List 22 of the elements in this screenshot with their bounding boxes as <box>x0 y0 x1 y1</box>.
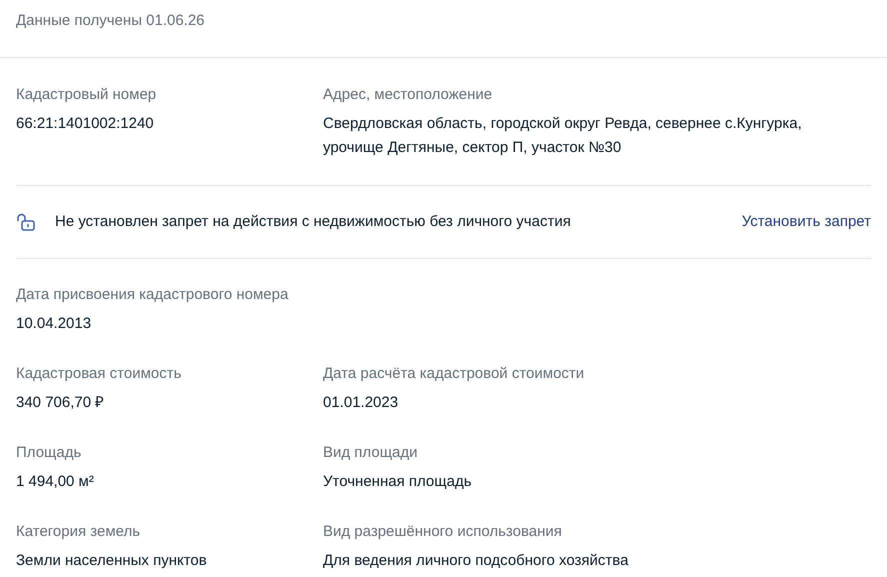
field-value: 10.04.2013 <box>16 314 92 334</box>
field-label: Вид площади <box>323 443 419 463</box>
field-value: 340 706,70 ₽ <box>16 393 106 413</box>
field-label: Вид разрешённого использования <box>323 522 563 542</box>
field-label: Площадь <box>16 443 82 463</box>
set-restriction-link[interactable]: Установить запрет <box>742 212 871 232</box>
field-label: Дата расчёта кадастровой стоимости <box>323 364 586 384</box>
unlocked-padlock-icon <box>16 213 36 231</box>
field-value: Земли населенных пунктов <box>16 551 208 571</box>
field-label: Адрес, местоположение <box>323 85 494 105</box>
field-value: 01.01.2023 <box>323 393 400 413</box>
field-label: Кадастровый номер <box>16 85 158 105</box>
field-value: Уточненная площадь <box>323 472 473 492</box>
field-label: Категория земель <box>16 522 142 542</box>
field-label: Кадастровая стоимость <box>16 364 182 384</box>
field-value: Свердловская область, городской округ Ревда, севернее с.Кунгурка, урочище Дегтяные, сектор П, участок №30 <box>323 114 803 158</box>
field-value: 66:21:1401002:1240 <box>16 114 155 134</box>
field-value: Для ведения личного подсобного хозяйства <box>323 551 630 571</box>
field-label: Дата присвоения кадастрового номера <box>16 285 290 305</box>
field-value: 1 494,00 м² <box>16 472 95 492</box>
received-date: Данные получены 01.06.26 <box>16 12 205 29</box>
restriction-text: Не установлен запрет на действия с недвижимостью без личного участия <box>55 212 572 232</box>
